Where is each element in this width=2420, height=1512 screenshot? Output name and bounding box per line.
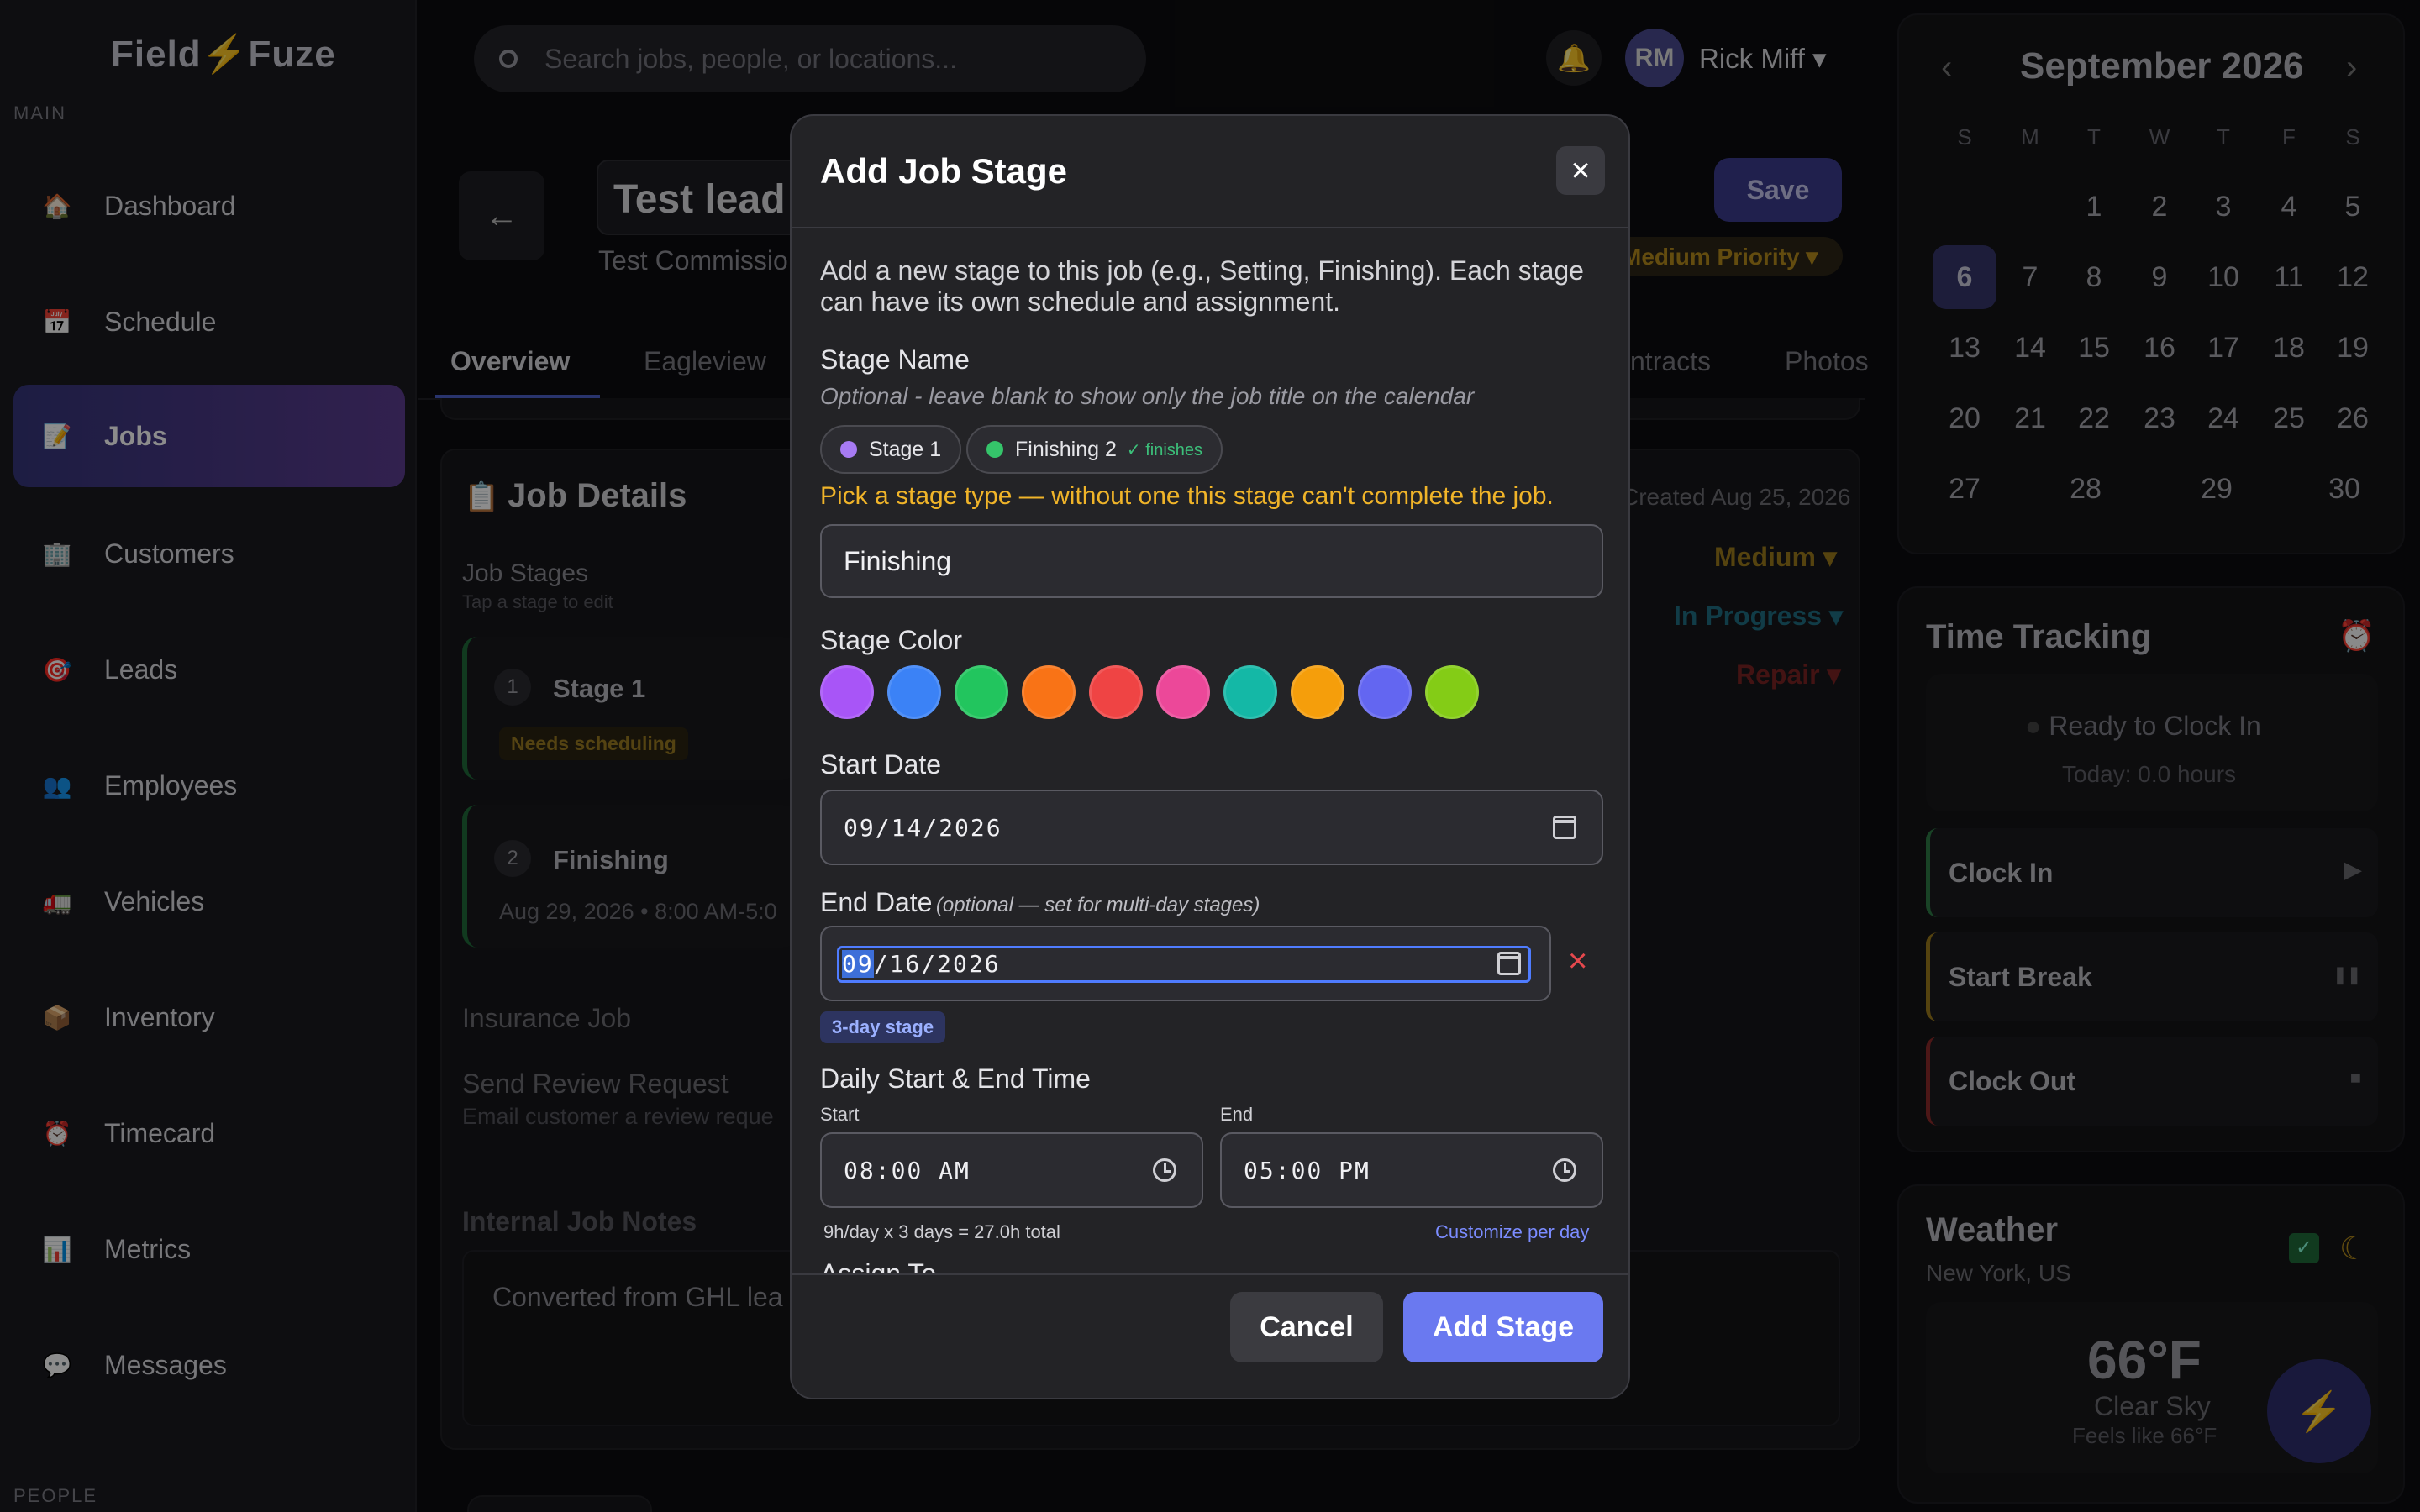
hours-summary: 9h/day x 3 days = 27.0h total bbox=[823, 1221, 1060, 1242]
color-swatch-purple[interactable] bbox=[820, 665, 874, 719]
color-swatches bbox=[820, 665, 1479, 719]
color-dot bbox=[840, 441, 857, 458]
color-swatch-red[interactable] bbox=[1089, 665, 1143, 719]
color-swatch-indigo[interactable] bbox=[1358, 665, 1412, 719]
color-dot bbox=[986, 441, 1003, 458]
end-date-input[interactable]: 09/16/2026 bbox=[820, 926, 1551, 1001]
color-swatch-orange[interactable] bbox=[1022, 665, 1076, 719]
close-icon: × bbox=[1570, 151, 1591, 189]
modal-title: Add Job Stage bbox=[820, 151, 1068, 191]
color-swatch-amber[interactable] bbox=[1291, 665, 1344, 719]
color-swatch-pink[interactable] bbox=[1156, 665, 1210, 719]
end-time-input[interactable]: 05:00 PM bbox=[1220, 1132, 1603, 1208]
stage-name-value: Finishing bbox=[844, 545, 952, 576]
day-count-badge: 3-day stage bbox=[820, 1011, 946, 1043]
daily-time-label: Daily Start & End Time bbox=[820, 1063, 1091, 1094]
add-job-stage-modal: Add Job Stage × Add a new stage to this … bbox=[790, 114, 1630, 1399]
stage-name-help: Optional - leave blank to show only the … bbox=[820, 383, 1475, 409]
stage-name-label: Stage Name bbox=[820, 344, 970, 375]
start-date-value: 09/14/2026 bbox=[844, 813, 1002, 842]
calendar-icon[interactable] bbox=[1497, 952, 1521, 975]
stage-name-input[interactable]: Finishing bbox=[820, 524, 1603, 598]
end-time-value: 05:00 PM bbox=[1244, 1156, 1370, 1184]
color-swatch-lime[interactable] bbox=[1425, 665, 1479, 719]
end-date-help: (optional — set for multi-day stages) bbox=[935, 894, 1260, 916]
customize-per-day-link[interactable]: Customize per day bbox=[1435, 1221, 1589, 1243]
start-date-input[interactable]: 09/14/2026 bbox=[820, 790, 1603, 865]
color-swatch-teal[interactable] bbox=[1223, 665, 1277, 719]
end-date-rest: /16/2026 bbox=[873, 949, 1001, 978]
clear-end-date-icon[interactable]: × bbox=[1568, 942, 1587, 980]
color-swatch-blue[interactable] bbox=[887, 665, 941, 719]
end-time-label: End bbox=[1220, 1104, 1254, 1125]
modal-header: Add Job Stage × bbox=[792, 116, 1628, 228]
end-date-month-selected: 09 bbox=[842, 949, 874, 978]
modal-description: Add a new stage to this job (e.g., Setti… bbox=[820, 255, 1584, 317]
color-swatch-green[interactable] bbox=[955, 665, 1008, 719]
calendar-icon[interactable] bbox=[1553, 816, 1576, 839]
clock-icon[interactable] bbox=[1153, 1158, 1176, 1182]
cancel-button[interactable]: Cancel bbox=[1230, 1292, 1383, 1362]
clock-icon[interactable] bbox=[1553, 1158, 1576, 1182]
end-date-label-row: End Date (optional — set for multi-day s… bbox=[820, 887, 1260, 918]
end-date-label: End Date bbox=[820, 887, 933, 917]
stage-type-warning: Pick a stage type — without one this sta… bbox=[820, 482, 1554, 510]
start-time-value: 08:00 AM bbox=[844, 1156, 971, 1184]
close-button[interactable]: × bbox=[1556, 146, 1605, 195]
start-time-input[interactable]: 08:00 AM bbox=[820, 1132, 1203, 1208]
add-stage-button[interactable]: Add Stage bbox=[1403, 1292, 1603, 1362]
stage-chip-1[interactable]: Stage 1 bbox=[820, 425, 962, 474]
stage-chip-2[interactable]: Finishing 2 ✓ finishes bbox=[966, 425, 1223, 474]
stage-color-label: Stage Color bbox=[820, 625, 962, 655]
finishes-tag: ✓ finishes bbox=[1126, 440, 1203, 459]
start-date-label: Start Date bbox=[820, 749, 942, 780]
start-time-label: Start bbox=[820, 1104, 860, 1125]
